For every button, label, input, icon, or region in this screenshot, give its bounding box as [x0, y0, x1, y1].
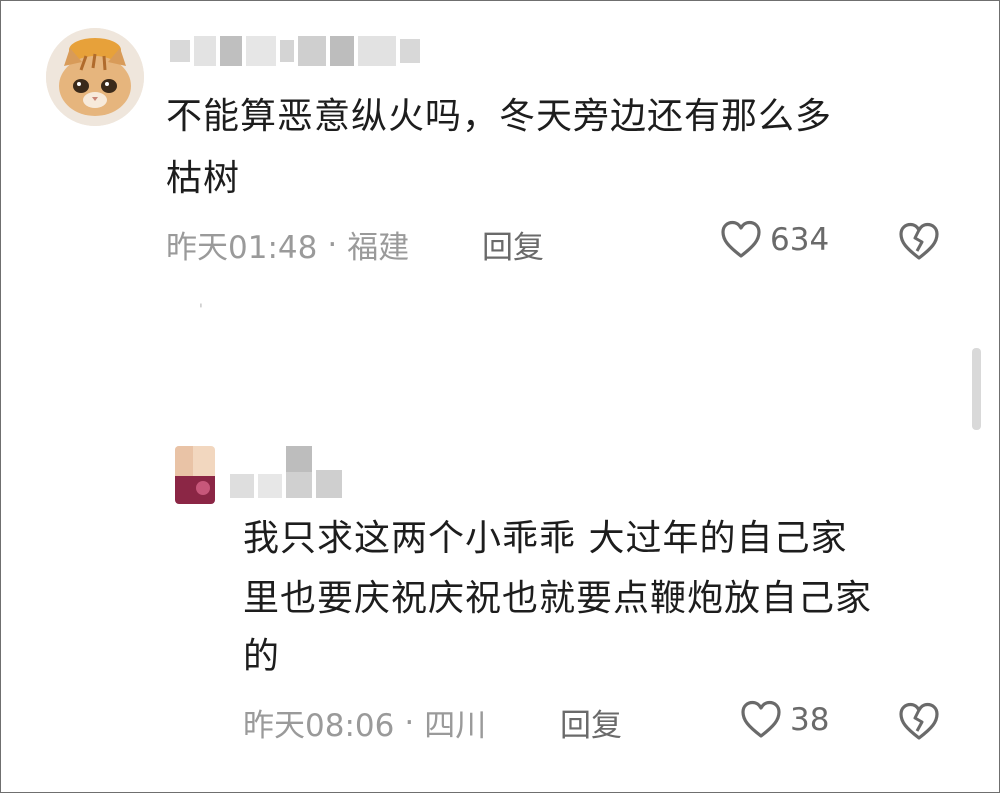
- timestamp: 昨天08:06: [243, 708, 395, 744]
- user-avatar-image: [175, 446, 215, 504]
- heart-outline-icon: [741, 700, 781, 738]
- dislike-button[interactable]: [898, 222, 940, 266]
- timestamp: 昨天01:48: [166, 230, 318, 266]
- broken-heart-icon: [899, 222, 939, 260]
- comment-text-line: 我只求这两个小乖乖 大过年的自己家: [243, 518, 848, 559]
- comment-meta: 昨天01:48 · 福建: [166, 222, 409, 267]
- cat-avatar-image: [46, 28, 144, 126]
- faint-mark: ': [199, 302, 203, 318]
- comment-text-line: 枯树: [166, 158, 241, 199]
- broken-heart-icon: [899, 702, 939, 740]
- username-redacted: [170, 36, 420, 66]
- reply-button[interactable]: 回复: [560, 700, 622, 745]
- scrollbar-edge[interactable]: [972, 348, 981, 430]
- reply-button[interactable]: 回复: [482, 222, 544, 267]
- comment-text-line: 里也要庆祝庆祝也就要点鞭炮放自己家: [243, 578, 873, 619]
- avatar[interactable]: [175, 446, 215, 504]
- comment-meta: 昨天08:06 · 四川: [243, 700, 486, 745]
- username-redacted: [230, 446, 342, 498]
- comment-text-line: 不能算恶意纵火吗，冬天旁边还有那么多: [166, 96, 833, 137]
- meta-separator: ·: [404, 704, 415, 741]
- avatar[interactable]: [46, 28, 144, 126]
- location: 四川: [424, 708, 487, 744]
- like-count: 38: [790, 702, 830, 738]
- like-button[interactable]: 634: [720, 220, 829, 260]
- heart-outline-icon: [721, 220, 761, 258]
- meta-separator: ·: [327, 226, 338, 263]
- dislike-button[interactable]: [898, 702, 940, 746]
- like-button[interactable]: 38: [740, 700, 829, 740]
- like-count: 634: [770, 222, 830, 258]
- location: 福建: [347, 230, 410, 266]
- comment-text-line: 的: [243, 636, 281, 677]
